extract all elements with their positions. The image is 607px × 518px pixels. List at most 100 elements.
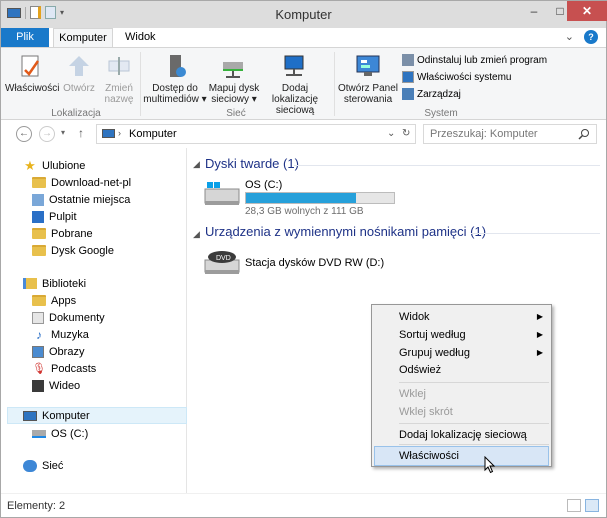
status-bar: Elementy: 2 xyxy=(1,493,606,517)
title-bar: ▾ Komputer – □ ✕ xyxy=(1,1,607,28)
menu-item-properties[interactable]: Właściwości xyxy=(374,446,549,466)
videos-icon xyxy=(32,379,44,392)
menu-separator xyxy=(399,382,549,383)
nav-item-recent-places[interactable]: Ostatnie miejsca xyxy=(32,191,130,208)
desktop-icon xyxy=(32,210,44,223)
map-drive-label-2: sieciowy xyxy=(211,94,249,105)
nav-item-apps[interactable]: Apps xyxy=(32,292,76,309)
menu-item-label: Wklej xyxy=(399,388,426,400)
address-box[interactable]: › Komputer ⌄ ↻ xyxy=(96,124,416,144)
nav-item-label: Download-net-pl xyxy=(51,176,132,189)
uninstall-icon xyxy=(402,54,414,66)
help-icon[interactable]: ? xyxy=(584,30,598,44)
nav-item-podcasts[interactable]: 🎙 Podcasts xyxy=(32,360,96,377)
hard-drives-header[interactable]: Dyski twarde (1) xyxy=(205,156,299,171)
drive-c-free-space: 28,3 GB wolnych z 111 GB xyxy=(245,206,364,217)
nav-item-label: Dokumenty xyxy=(49,311,105,324)
map-drive-label-1: Mapuj dysk xyxy=(208,83,260,94)
rename-label-2: nazwę xyxy=(104,94,134,105)
removable-devices-header[interactable]: Urządzenia z wymiennymi nośnikami pamięc… xyxy=(205,224,486,239)
group-label-system: System xyxy=(424,108,458,119)
search-box[interactable]: Przeszukaj: Komputer xyxy=(423,124,597,144)
manage-button[interactable]: Zarządzaj xyxy=(402,86,461,102)
open-button[interactable]: Otwórz xyxy=(57,52,101,94)
documents-icon xyxy=(32,311,44,324)
system-properties-icon xyxy=(402,71,414,83)
drive-c-usage-fill xyxy=(246,193,357,203)
open-icon xyxy=(69,56,89,76)
network-location-icon xyxy=(284,55,304,76)
address-bar-row: ← → ▾ ↑ › Komputer ⌄ ↻ Przeszukaj: Kompu… xyxy=(1,120,606,148)
mouse-cursor-icon xyxy=(484,456,496,474)
submenu-arrow-icon: ▶ xyxy=(536,330,543,339)
control-panel-button[interactable]: Otwórz Panel sterowania xyxy=(337,52,399,105)
menu-item-paste[interactable]: Wklej xyxy=(374,384,549,404)
libraries-icon xyxy=(23,278,37,289)
uninstall-label: Odinstaluj lub zmień program xyxy=(417,54,548,66)
recent-locations-icon[interactable]: ▾ xyxy=(61,128,65,137)
nav-item-videos[interactable]: Wideo xyxy=(32,377,80,394)
control-panel-label-1: Otwórz Panel xyxy=(337,83,399,94)
nav-item-documents[interactable]: Dokumenty xyxy=(32,309,105,326)
up-arrow-icon[interactable]: ↑ xyxy=(78,126,84,140)
nav-item-download-net-pl[interactable]: Download-net-pl xyxy=(32,174,131,191)
refresh-icon[interactable]: ↻ xyxy=(402,128,410,139)
control-panel-icon xyxy=(356,55,380,76)
explorer-window: ▾ Komputer – □ ✕ Plik Komputer Widok ⌄ ?… xyxy=(0,0,607,518)
nav-item-downloads[interactable]: Pobrane xyxy=(32,225,93,242)
large-icons-view-icon[interactable] xyxy=(585,499,599,512)
menu-item-add-network-location[interactable]: Dodaj lokalizację sieciową xyxy=(374,425,549,445)
back-button[interactable]: ← xyxy=(16,126,32,142)
nav-item-label: Apps xyxy=(51,294,77,307)
open-label: Otwórz xyxy=(63,83,95,94)
search-input[interactable]: Przeszukaj: Komputer xyxy=(430,128,538,140)
dvd-drive-name: Stacja dysków DVD RW (D:) xyxy=(245,257,385,269)
nav-computer[interactable]: Komputer xyxy=(7,407,187,424)
rename-button[interactable]: Zmień nazwę xyxy=(99,52,139,105)
expand-ribbon-icon[interactable]: ⌄ xyxy=(565,30,574,44)
system-properties-button[interactable]: Właściwości systemu xyxy=(402,69,511,85)
menu-item-view[interactable]: Widok ▶ xyxy=(374,307,549,327)
minimize-button[interactable]: – xyxy=(521,1,547,21)
menu-item-label: Dodaj lokalizację sieciową xyxy=(399,429,527,441)
system-properties-label: Właściwości systemu xyxy=(417,71,512,83)
forward-button[interactable]: → xyxy=(39,126,55,142)
nav-item-label: Pulpit xyxy=(49,210,77,223)
nav-item-google-drive[interactable]: Dysk Google xyxy=(32,242,114,259)
drive-icon xyxy=(32,429,46,438)
nav-item-desktop[interactable]: Pulpit xyxy=(32,208,77,225)
collapse-chevron-icon[interactable]: ◢ xyxy=(193,159,200,170)
close-button[interactable]: ✕ xyxy=(567,1,607,21)
breadcrumb-chevron-icon[interactable]: › xyxy=(118,128,121,138)
manage-icon xyxy=(402,88,414,100)
menu-item-label: Właściwości xyxy=(399,450,459,462)
nav-libraries[interactable]: Biblioteki xyxy=(23,275,86,292)
map-drive-button[interactable]: Mapuj dysk sieciowy ▾ xyxy=(207,52,261,105)
breadcrumb-computer[interactable]: Komputer xyxy=(129,128,177,140)
collapse-chevron-icon[interactable]: ◢ xyxy=(193,229,200,240)
media-access-button[interactable]: Dostęp do multimediów ▾ xyxy=(143,52,207,105)
tab-computer[interactable]: Komputer xyxy=(53,28,113,47)
music-icon: ♪ xyxy=(36,327,42,342)
menu-item-sort-by[interactable]: Sortuj według ▶ xyxy=(374,325,549,345)
address-dropdown-icon[interactable]: ⌄ xyxy=(387,128,395,139)
hard-drive-icon xyxy=(204,182,240,205)
details-view-icon[interactable] xyxy=(567,499,581,512)
menu-item-refresh[interactable]: Odśwież xyxy=(374,360,549,380)
add-network-location-button[interactable]: Dodaj lokalizację sieciową xyxy=(260,52,330,116)
nav-item-os-c[interactable]: OS (C:) xyxy=(32,425,88,442)
tab-view[interactable]: Widok xyxy=(115,28,166,47)
menu-item-paste-shortcut[interactable]: Wklej skrót xyxy=(374,402,549,422)
nav-item-music[interactable]: ♪ Muzyka xyxy=(32,326,89,343)
nav-item-pictures[interactable]: Obrazy xyxy=(32,343,84,360)
uninstall-program-button[interactable]: Odinstaluj lub zmień program xyxy=(402,52,547,68)
nav-network[interactable]: Sieć xyxy=(23,457,63,474)
ribbon-help-area: ⌄ ? xyxy=(565,30,598,44)
search-icon[interactable] xyxy=(578,128,590,140)
ribbon-tabs: Plik Komputer Widok ⌄ ? xyxy=(1,28,606,47)
properties-button[interactable]: Właściwości xyxy=(5,52,59,94)
menu-item-label: Sortuj według xyxy=(399,329,466,341)
tab-file[interactable]: Plik xyxy=(1,28,49,47)
nav-item-label: OS (C:) xyxy=(51,427,89,440)
nav-favorites[interactable]: ★ Ulubione xyxy=(23,157,85,174)
